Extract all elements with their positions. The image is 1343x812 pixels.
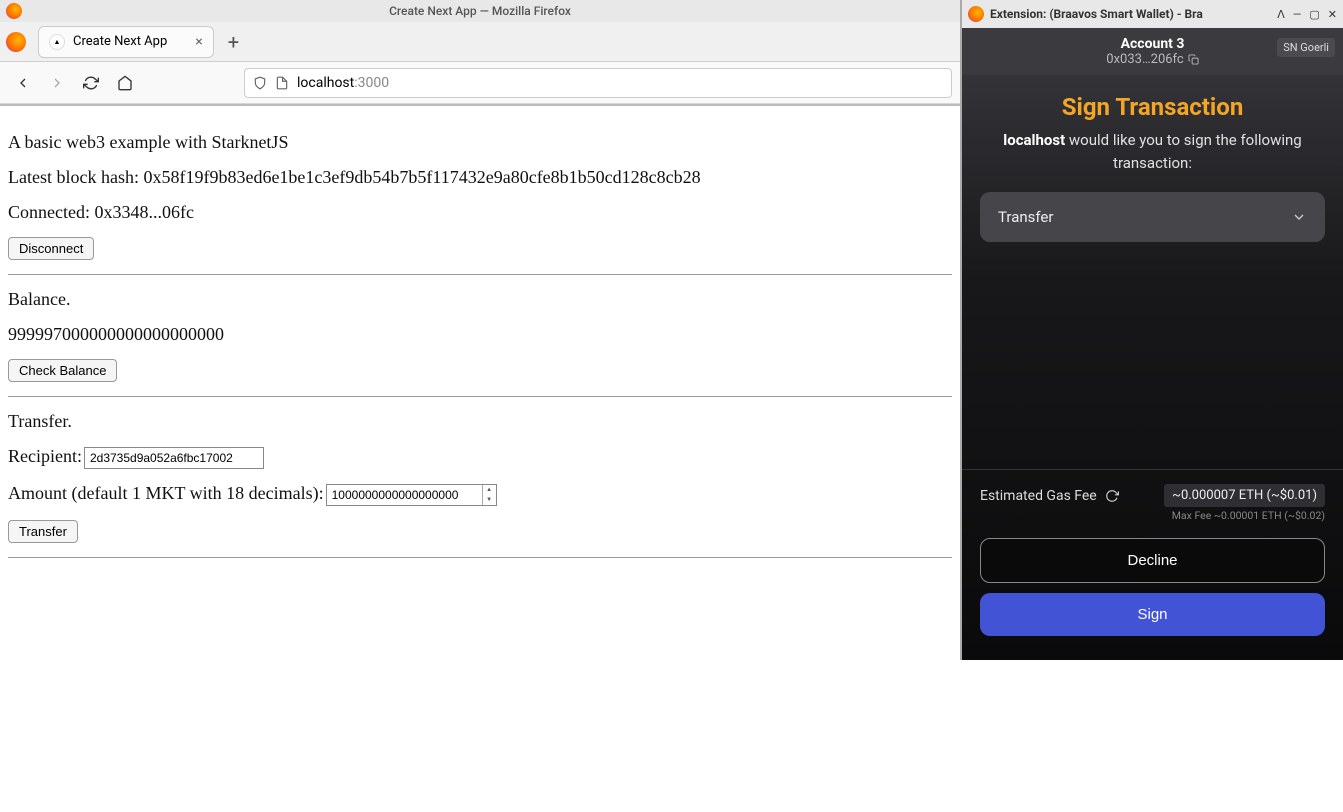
block-hash-value: 0x58f19f9b83ed6e1be1c3ef9db54b7b5f117432…	[143, 167, 700, 187]
amount-stepper[interactable]: ▲▼	[482, 485, 496, 505]
recipient-label: Recipient:	[8, 446, 82, 466]
minimize-icon[interactable]: —	[1293, 8, 1302, 21]
new-tab-button[interactable]: +	[228, 30, 239, 54]
extension-body: Sign Transaction localhost would like yo…	[962, 75, 1343, 469]
firefox-icon	[968, 6, 984, 22]
close-window-icon[interactable]: ✕	[1328, 8, 1337, 21]
close-tab-icon[interactable]: ×	[195, 34, 202, 50]
window-title: Create Next App — Mozilla Firefox	[389, 4, 571, 18]
divider	[8, 557, 952, 558]
disconnect-button[interactable]: Disconnect	[8, 237, 94, 260]
transfer-button[interactable]: Transfer	[8, 520, 78, 543]
forward-button[interactable]	[42, 68, 72, 98]
stepper-up-icon: ▲	[483, 485, 496, 495]
url-host: localhost	[297, 75, 354, 91]
amount-input[interactable]	[327, 485, 482, 505]
divider	[8, 396, 952, 397]
transfer-heading: Transfer.	[8, 411, 952, 432]
chevron-down-icon	[1291, 209, 1307, 225]
extension-content: Account 3 0x033…206fc SN Goerli Sign Tra…	[962, 28, 1343, 660]
sign-transaction-title: Sign Transaction	[980, 93, 1325, 121]
max-fee-text: Max Fee ~0.00001 ETH (~$0.02)	[980, 509, 1325, 522]
tab-bar: Create Next App × +	[0, 22, 960, 62]
check-balance-button[interactable]: Check Balance	[8, 359, 117, 382]
extension-window: Extension: (Braavos Smart Wallet) - Bra …	[960, 0, 1343, 660]
firefox-app-icon[interactable]	[6, 32, 26, 52]
account-address: 0x033…206fc	[1106, 52, 1183, 67]
tab-label: Create Next App	[73, 34, 167, 49]
balance-value: 999997000000000000000000	[8, 324, 952, 345]
copy-icon[interactable]	[1188, 54, 1199, 65]
amount-input-wrapper: ▲▼	[326, 484, 497, 506]
nav-bar: localhost:3000	[0, 62, 960, 104]
intro-text: A basic web3 example with StarknetJS	[8, 132, 952, 153]
extension-window-title: Extension: (Braavos Smart Wallet) - Bra	[990, 7, 1271, 21]
tab-favicon	[49, 34, 65, 50]
connected-address: 0x3348...06fc	[94, 202, 193, 222]
transaction-card[interactable]: Transfer	[980, 192, 1325, 242]
extension-footer: Estimated Gas Fee ~0.000007 ETH (~$0.01)…	[962, 469, 1343, 660]
back-button[interactable]	[8, 68, 38, 98]
amount-label: Amount (default 1 MKT with 18 decimals):	[8, 483, 324, 503]
url-bar[interactable]: localhost:3000	[244, 68, 952, 98]
page-content: A basic web3 example with StarknetJS Lat…	[0, 106, 960, 584]
decline-button[interactable]: Decline	[980, 538, 1325, 583]
home-button[interactable]	[110, 68, 140, 98]
recipient-input[interactable]	[84, 447, 264, 469]
page-info-icon	[275, 76, 289, 90]
shield-icon	[253, 76, 267, 90]
browser-tab[interactable]: Create Next App ×	[38, 26, 214, 58]
sign-description: localhost would like you to sign the fol…	[980, 129, 1325, 174]
stepper-down-icon: ▼	[483, 495, 496, 505]
transaction-label: Transfer	[998, 208, 1053, 226]
window-up-icon[interactable]: ᐱ	[1277, 8, 1285, 21]
maximize-icon[interactable]: ▢	[1309, 8, 1319, 21]
gas-fee-label: Estimated Gas Fee	[980, 488, 1097, 504]
url-port: :3000	[354, 75, 389, 91]
connected-line: Connected: 0x3348...06fc	[8, 202, 952, 223]
refresh-icon[interactable]	[1105, 489, 1119, 503]
balance-heading: Balance.	[8, 289, 952, 310]
extension-title-bar: Extension: (Braavos Smart Wallet) - Bra …	[962, 0, 1343, 28]
sign-button[interactable]: Sign	[980, 593, 1325, 636]
firefox-icon	[6, 3, 22, 19]
network-badge[interactable]: SN Goerli	[1277, 38, 1335, 57]
extension-header: Account 3 0x033…206fc SN Goerli	[962, 28, 1343, 75]
reload-button[interactable]	[76, 68, 106, 98]
divider	[8, 274, 952, 275]
sign-host: localhost	[1003, 131, 1065, 149]
main-browser-window: Create Next App — Mozilla Firefox Create…	[0, 0, 960, 812]
block-hash-line: Latest block hash: 0x58f19f9b83ed6e1be1c…	[8, 167, 952, 188]
window-title-bar: Create Next App — Mozilla Firefox	[0, 0, 960, 22]
gas-fee-value: ~0.000007 ETH (~$0.01)	[1164, 484, 1325, 507]
